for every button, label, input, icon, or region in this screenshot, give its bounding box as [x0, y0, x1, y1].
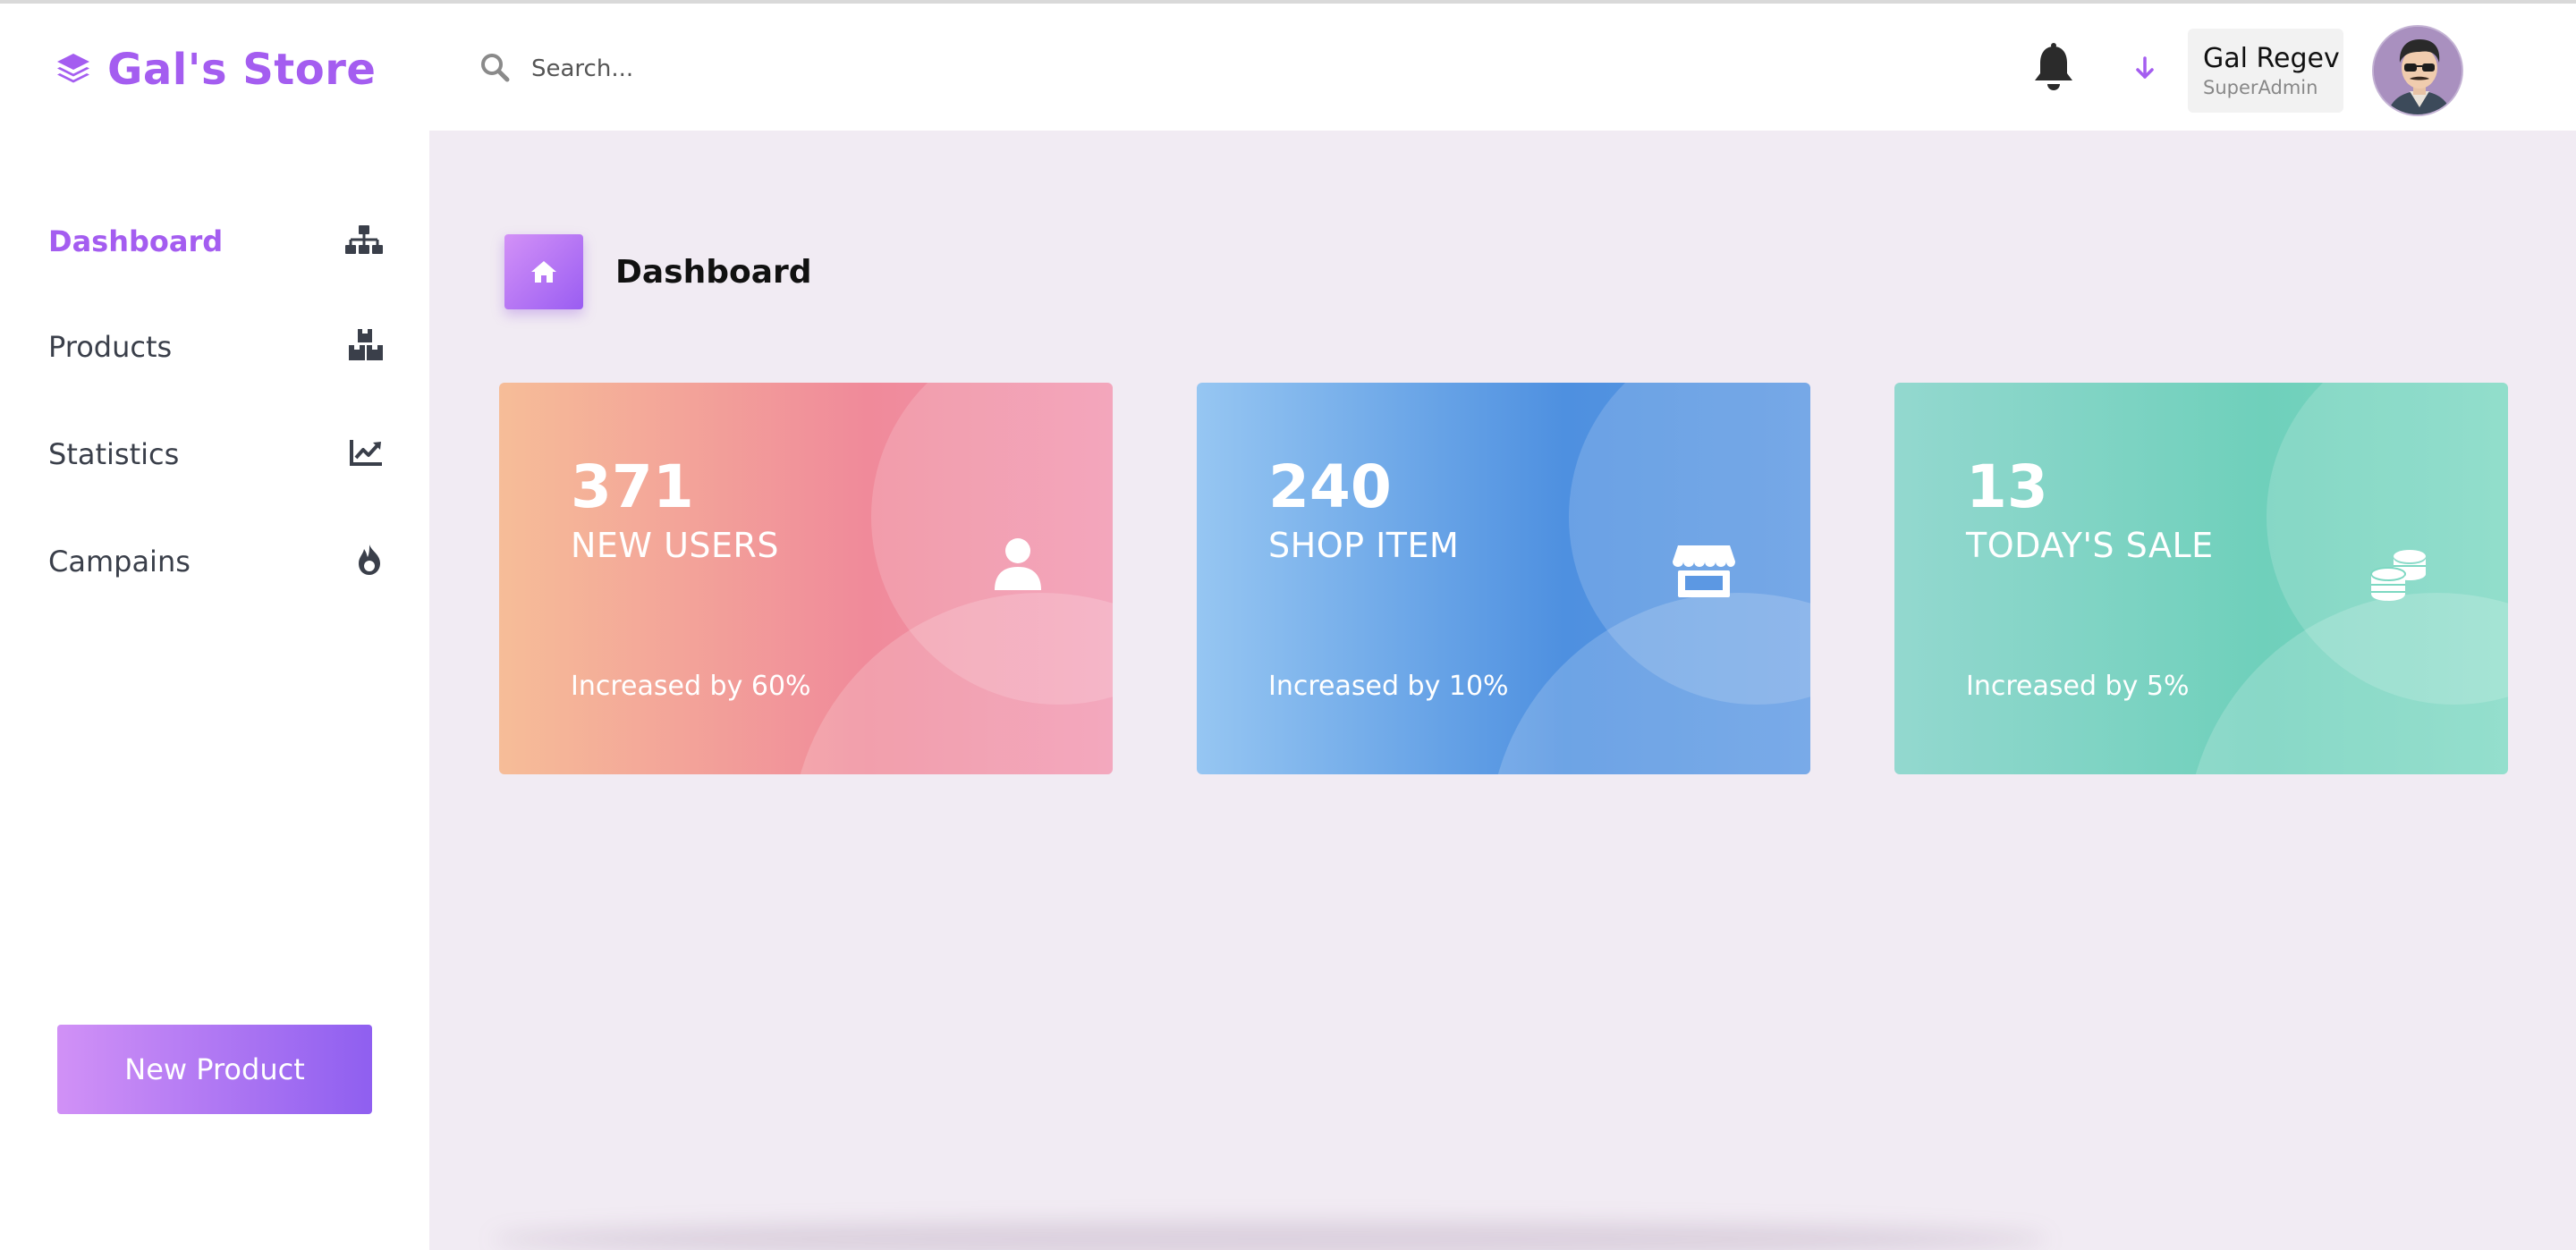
page-title: Dashboard	[615, 253, 812, 291]
stat-card-new-users[interactable]: 371 NEW USERS Increased by 60%	[499, 383, 1113, 774]
card-label: SHOP ITEM	[1268, 526, 1460, 565]
card-label: NEW USERS	[571, 526, 780, 565]
card-decoration	[791, 593, 1113, 774]
arrow-down-icon[interactable]	[2134, 55, 2156, 84]
coins-icon	[2368, 547, 2429, 606]
bell-icon[interactable]	[2032, 43, 2075, 97]
bottom-shadow	[492, 1221, 2048, 1250]
user-menu[interactable]: Gal Regev SuperAdmin	[2188, 29, 2343, 113]
brand-logo[interactable]: Gal's Store	[55, 45, 376, 95]
line-chart-icon	[349, 438, 383, 470]
fire-icon	[356, 544, 383, 579]
page-header: Dashboard	[504, 234, 812, 309]
layers-icon	[55, 50, 91, 89]
user-name: Gal Regev	[2203, 43, 2340, 74]
sidebar-item-label: Statistics	[48, 437, 180, 471]
card-label: TODAY'S SALE	[1966, 526, 2214, 565]
boxes-icon	[349, 329, 383, 365]
brand-name: Gal's Store	[107, 45, 377, 95]
sidebar-item-label: Campains	[48, 545, 191, 579]
store-icon	[1671, 544, 1737, 603]
card-value: 240	[1268, 452, 1392, 521]
sidebar-item-campains[interactable]: Campains	[48, 535, 383, 588]
card-footer: Increased by 60%	[571, 671, 811, 702]
sidebar-item-dashboard[interactable]: Dashboard	[48, 215, 383, 268]
sidebar-item-products[interactable]: Products	[48, 320, 383, 374]
sidebar-item-label: Products	[48, 330, 173, 364]
top-header: Gal's Store Gal	[0, 4, 2576, 131]
home-icon	[504, 234, 583, 309]
main-content: Dashboard 371 NEW USERS Increased by 60%…	[429, 131, 2576, 1250]
card-footer: Increased by 5%	[1966, 671, 2190, 702]
user-role: SuperAdmin	[2203, 76, 2318, 98]
card-value: 13	[1966, 452, 2048, 521]
new-product-button[interactable]: New Product	[57, 1025, 372, 1114]
search-input[interactable]	[531, 55, 1157, 82]
card-decoration	[2186, 593, 2508, 774]
search-bar	[479, 52, 1157, 86]
card-decoration	[1488, 593, 1810, 774]
card-footer: Increased by 10%	[1268, 671, 1509, 702]
sidebar-item-statistics[interactable]: Statistics	[48, 427, 383, 481]
stat-card-shop-item[interactable]: 240 SHOP ITEM Increased by 10%	[1197, 383, 1810, 774]
stat-card-todays-sale[interactable]: 13 TODAY'S SALE Increased by 5%	[1894, 383, 2508, 774]
avatar[interactable]	[2372, 25, 2463, 116]
card-value: 371	[571, 452, 694, 521]
user-icon	[993, 536, 1043, 595]
sidebar: Dashboard Products Statistics Campains N…	[0, 131, 429, 1250]
app-window: Gal's Store Gal	[0, 0, 2576, 1250]
sitemap-icon	[345, 224, 383, 259]
sidebar-item-label: Dashboard	[48, 224, 224, 258]
search-icon[interactable]	[479, 52, 510, 86]
